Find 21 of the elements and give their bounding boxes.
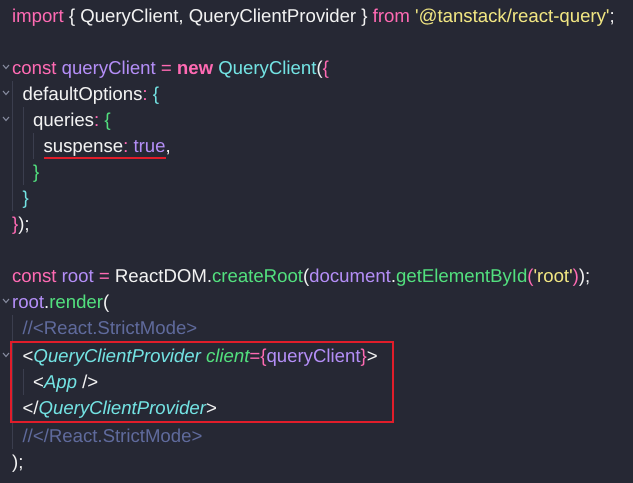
code-line: root.render(	[12, 290, 110, 314]
code-line: suspense: true,	[44, 133, 171, 159]
fold-chevron-icon[interactable]	[2, 116, 10, 122]
code-line: import { QueryClient, QueryClientProvider } from '@tanstack/react-query';	[12, 4, 615, 28]
code-line: }	[33, 160, 40, 184]
code-line: <QueryClientProvider client={queryClient}>	[22, 344, 378, 368]
code-line: }	[22, 186, 29, 210]
code-line: const root = ReactDOM.createRoot(document.getElementById('root'));	[12, 264, 590, 288]
code-line: //<React.StrictMode>	[22, 316, 198, 340]
fold-chevron-icon[interactable]	[2, 90, 10, 96]
code-line: </QueryClientProvider>	[22, 396, 217, 420]
fold-chevron-icon[interactable]	[2, 64, 10, 70]
code-line: defaultOptions: {	[22, 82, 159, 106]
code-line: });	[12, 212, 30, 236]
code-line: queries: {	[33, 108, 111, 132]
code-line: const queryClient = new QueryClient({	[12, 56, 329, 80]
code-line: );	[12, 450, 24, 474]
code-line: //</React.StrictMode>	[22, 424, 202, 448]
fold-chevron-icon[interactable]	[2, 352, 10, 358]
code-line: <App />	[33, 370, 98, 394]
fold-chevron-icon[interactable]	[2, 298, 10, 304]
